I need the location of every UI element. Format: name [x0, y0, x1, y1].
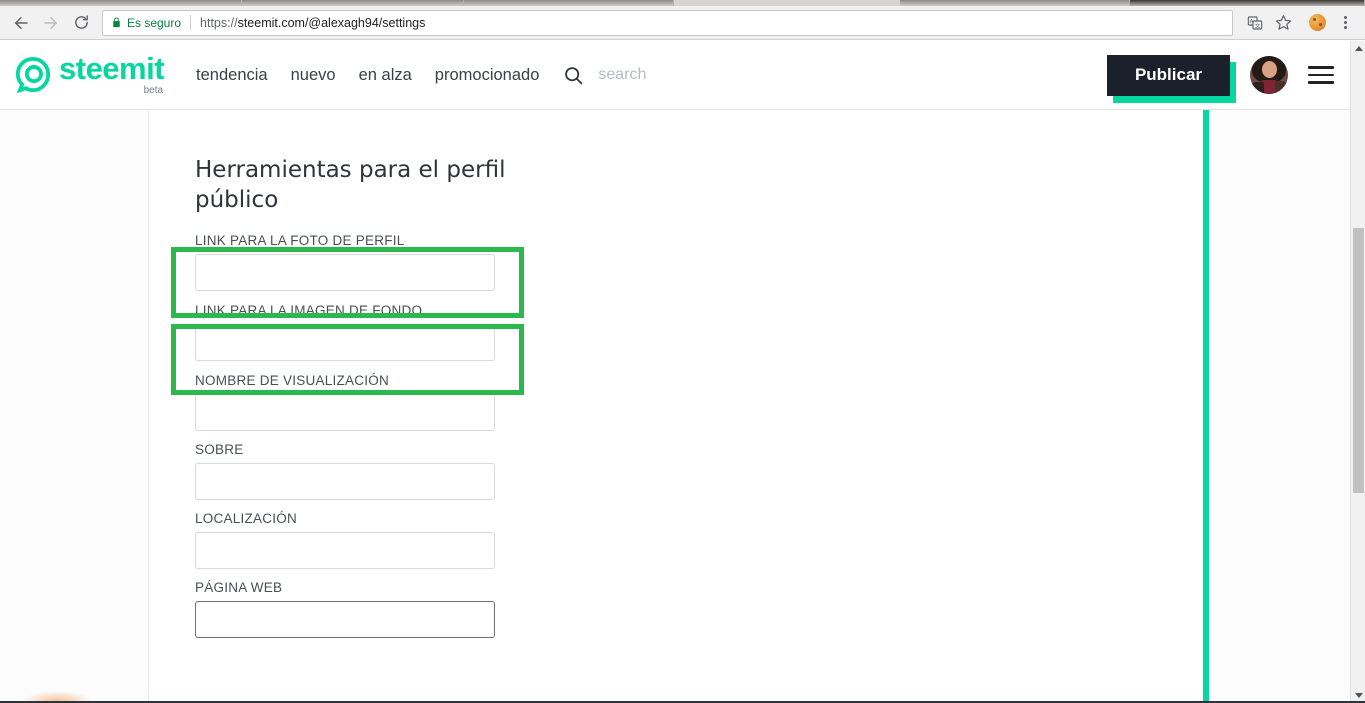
location-field[interactable] — [195, 532, 495, 569]
settings-card: Herramientas para el perfil público LINK… — [148, 110, 1203, 703]
nav-tendencia[interactable]: tendencia — [196, 66, 268, 85]
search-icon[interactable] — [563, 65, 584, 86]
field-group-website: PÁGINA WEB — [195, 580, 525, 638]
search-area[interactable]: search — [563, 65, 646, 86]
scrollbar-up-arrow-icon[interactable] — [1351, 41, 1365, 56]
content-area: Herramientas para el perfil público LINK… — [0, 110, 1350, 703]
omnibox-divider — [190, 15, 192, 30]
search-input[interactable]: search — [598, 66, 646, 84]
page-viewport: steemit beta tendencia nuevo en alza pro… — [0, 41, 1350, 703]
site-nav: tendencia nuevo en alza promocionado — [196, 66, 539, 85]
publish-button-wrap: Publicar — [1107, 54, 1236, 103]
display-name-label: NOMBRE DE VISUALIZACIÓN — [195, 373, 390, 388]
field-group-location: LOCALIZACIÓN — [195, 511, 525, 569]
display-name-field[interactable] — [195, 394, 495, 431]
site-header: steemit beta tendencia nuevo en alza pro… — [0, 41, 1350, 110]
reload-icon[interactable] — [66, 8, 96, 38]
about-label: SOBRE — [195, 442, 244, 457]
avatar[interactable] — [1250, 56, 1288, 94]
steemit-logo[interactable]: steemit beta — [14, 50, 165, 99]
three-dot-menu-icon[interactable] — [1331, 9, 1359, 37]
profile-picture-url-field[interactable] — [195, 254, 495, 291]
field-group-about: SOBRE — [195, 442, 525, 500]
field-group-cover-image: LINK PARA LA IMAGEN DE FONDO — [195, 303, 525, 361]
cover-image-url-label: LINK PARA LA IMAGEN DE FONDO — [195, 303, 423, 318]
website-field[interactable] — [195, 601, 495, 638]
annotation-guide-line — [1203, 110, 1209, 703]
about-field[interactable] — [195, 463, 495, 500]
nav-nuevo[interactable]: nuevo — [291, 66, 336, 85]
public-profile-settings-form: Herramientas para el perfil público LINK… — [195, 155, 525, 642]
hamburger-menu-icon[interactable] — [1308, 66, 1334, 84]
back-arrow-icon[interactable] — [6, 8, 36, 38]
url-scheme: https:// — [200, 15, 238, 30]
field-group-profile-picture: LINK PARA LA FOTO DE PERFIL — [195, 233, 525, 291]
url-rest: steemit.com/@alexagh94/settings — [237, 15, 426, 30]
forward-arrow-icon — [36, 8, 66, 38]
nav-promocionado[interactable]: promocionado — [435, 66, 540, 85]
steemit-wordmark: steemit — [59, 50, 165, 86]
page-title: Herramientas para el perfil público — [195, 157, 506, 213]
nav-en-alza[interactable]: en alza — [359, 66, 412, 85]
website-label: PÁGINA WEB — [195, 580, 283, 595]
address-bar[interactable]: Es seguro https://steemit.com/@alexagh94… — [102, 9, 1233, 36]
beta-label: beta — [143, 84, 164, 96]
translate-icon[interactable]: A 文 — [1241, 9, 1269, 37]
star-icon[interactable] — [1269, 9, 1297, 37]
url-text: https://steemit.com/@alexagh94/settings — [200, 16, 425, 30]
field-group-display-name: NOMBRE DE VISUALIZACIÓN — [195, 373, 525, 431]
cover-image-url-field[interactable] — [195, 324, 495, 361]
location-label: LOCALIZACIÓN — [195, 511, 298, 526]
publish-button[interactable]: Publicar — [1107, 54, 1230, 96]
header-right-group: Publicar — [1107, 54, 1334, 103]
vertical-scrollbar[interactable] — [1350, 41, 1365, 703]
scrollbar-thumb[interactable] — [1353, 228, 1364, 493]
cookie-extension-icon[interactable] — [1303, 9, 1331, 37]
lock-icon — [111, 16, 122, 29]
svg-text:A: A — [1250, 19, 1254, 25]
security-status-label: Es seguro — [127, 15, 182, 30]
profile-picture-url-label: LINK PARA LA FOTO DE PERFIL — [195, 233, 405, 248]
steemit-mark-icon — [14, 56, 52, 99]
browser-toolbar: Es seguro https://steemit.com/@alexagh94… — [0, 6, 1365, 40]
